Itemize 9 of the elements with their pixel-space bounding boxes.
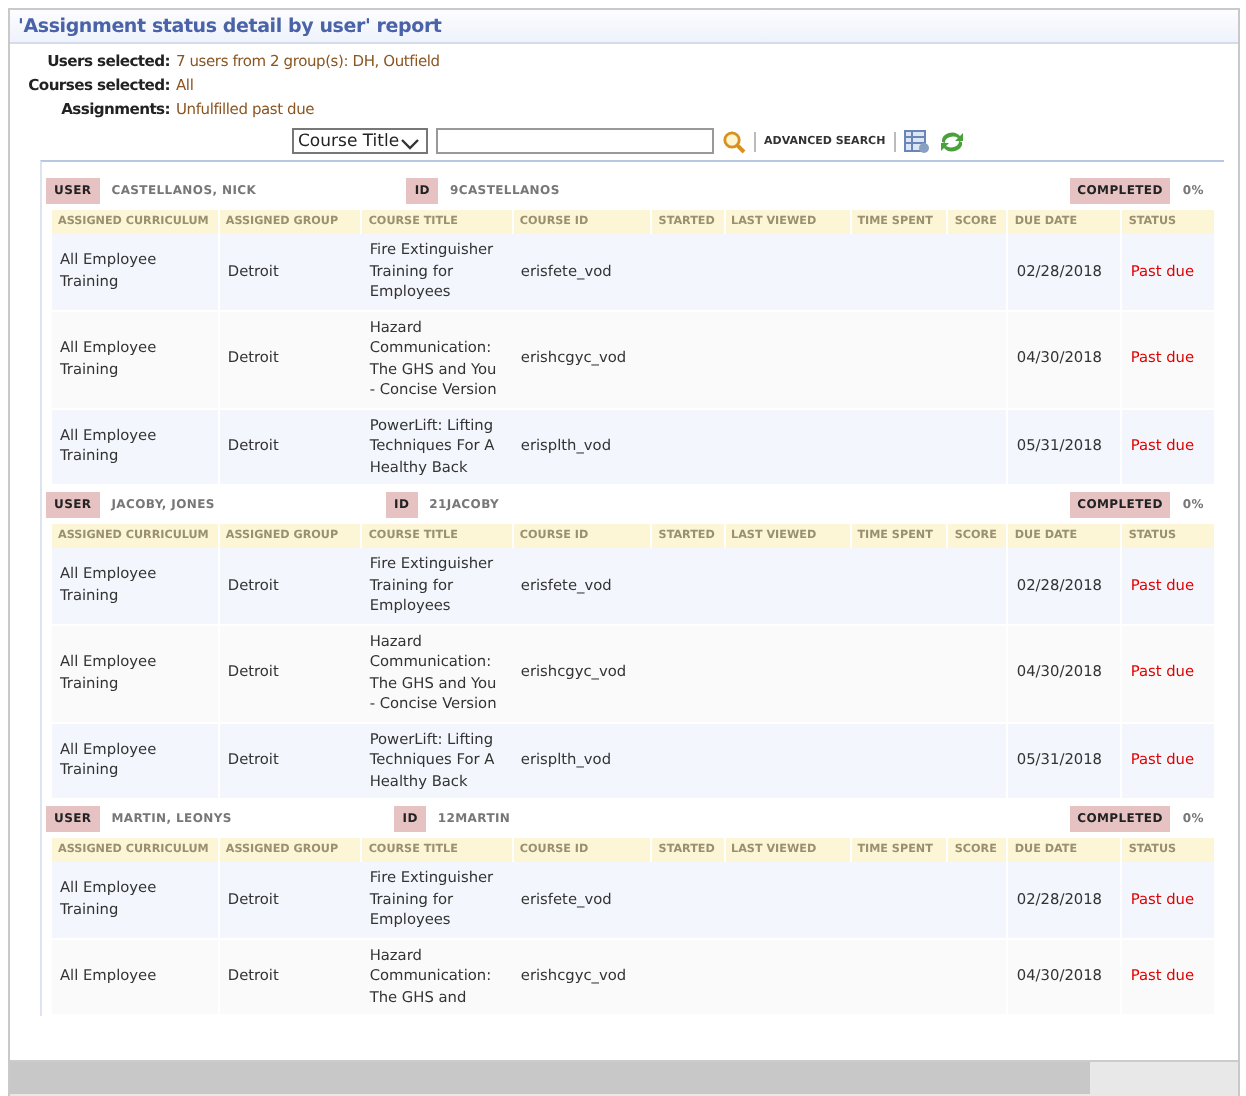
window-title: 'Assignment status detail by user' report (18, 15, 442, 37)
horizontal-scrollbar[interactable] (10, 1060, 1238, 1096)
search-field[interactable] (436, 128, 714, 154)
refresh-icon[interactable] (937, 129, 966, 153)
scrollbar-thumb[interactable] (10, 1062, 1090, 1094)
table-settings-icon[interactable] (903, 129, 930, 153)
search-icon[interactable] (722, 129, 746, 153)
search-field-dropdown[interactable]: Course Title (292, 128, 428, 154)
caret-icon (400, 138, 420, 150)
